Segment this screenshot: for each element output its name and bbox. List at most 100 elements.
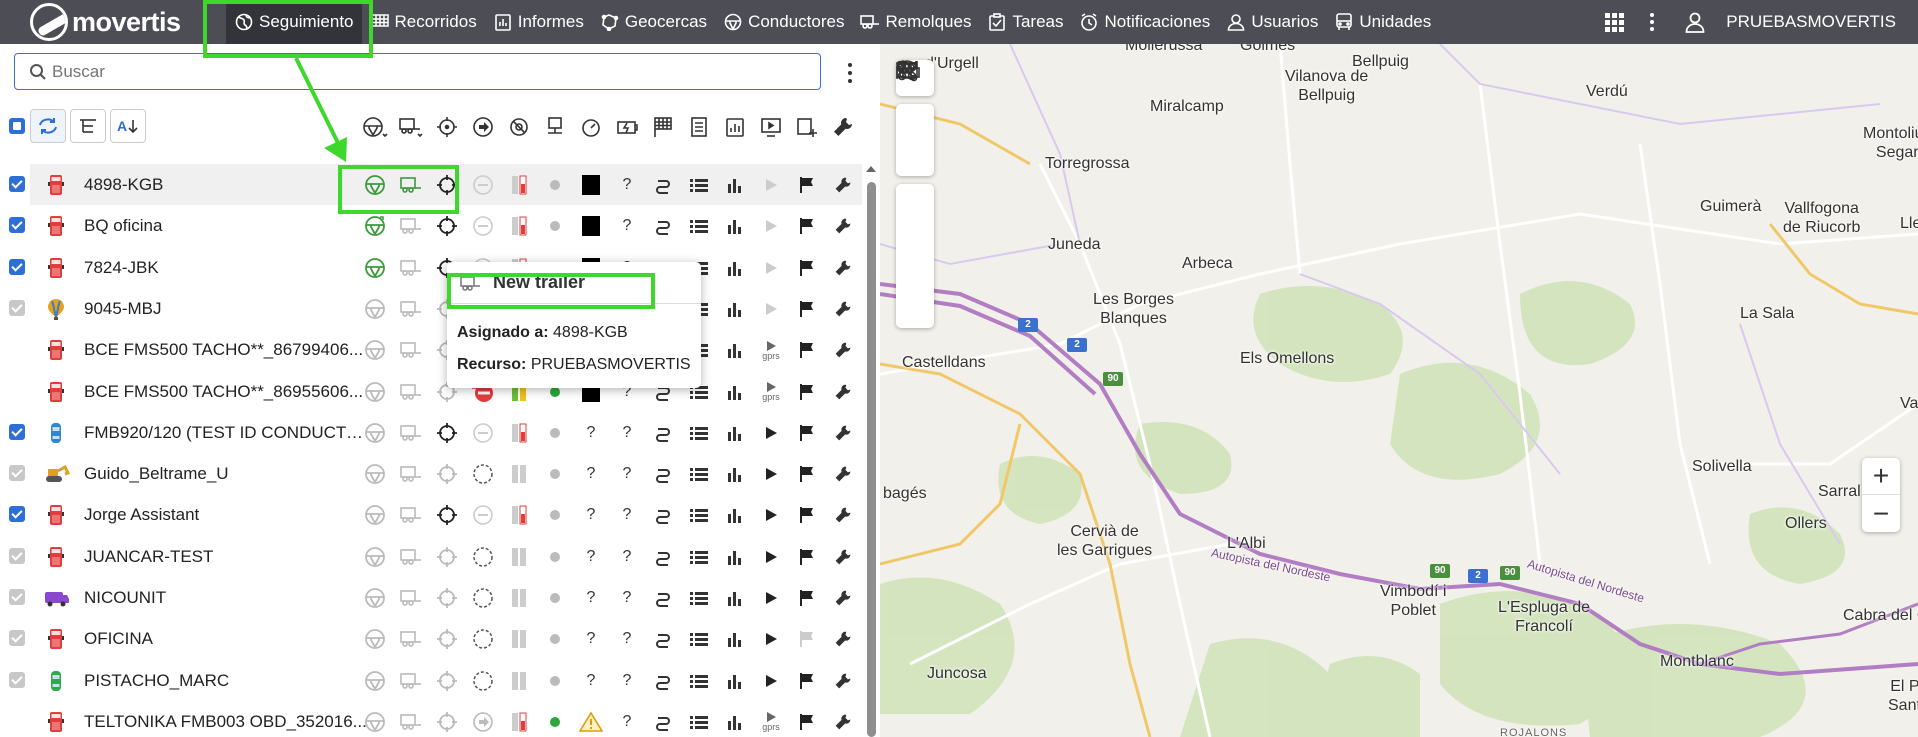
trailer-status-icon[interactable]	[398, 420, 424, 446]
driver-status-icon[interactable]	[362, 585, 388, 611]
driver-status-icon[interactable]	[362, 379, 388, 405]
trailer-status-icon[interactable]	[398, 213, 424, 239]
wrench-icon[interactable]	[830, 585, 856, 611]
navigate-arrow-icon[interactable]	[468, 112, 498, 142]
points-button[interactable]	[896, 61, 934, 292]
unit-row[interactable]: OFICINA??	[30, 618, 862, 659]
unit-checkbox[interactable]	[9, 547, 25, 564]
route-icon[interactable]	[650, 585, 676, 611]
expand-tools-button[interactable]	[896, 61, 934, 328]
document-icon[interactable]	[684, 112, 714, 142]
visibility-button[interactable]	[896, 60, 934, 140]
apps-grid-icon[interactable]	[1594, 0, 1634, 44]
driver-status-icon[interactable]	[362, 420, 388, 446]
nav-informes[interactable]: Informes	[485, 0, 592, 44]
locate-icon[interactable]	[434, 585, 460, 611]
speed-icon[interactable]	[576, 112, 606, 142]
trailer-status-icon[interactable]	[398, 626, 424, 652]
stats-icon[interactable]	[722, 337, 748, 363]
device-icon[interactable]	[540, 112, 570, 142]
wrench-icon[interactable]	[830, 172, 856, 198]
trailer-status-icon[interactable]	[398, 502, 424, 528]
unit-row[interactable]: Jorge Assistant??	[30, 494, 862, 535]
driver-status-icon[interactable]	[362, 626, 388, 652]
measure-button[interactable]	[896, 61, 934, 220]
play-history-icon[interactable]: gprs	[758, 379, 784, 405]
driver-status-icon[interactable]	[362, 337, 388, 363]
battery-icon[interactable]	[612, 112, 642, 142]
unit-row[interactable]: 9045-MBJ?	[30, 288, 862, 329]
stats-icon[interactable]	[722, 172, 748, 198]
unit-checkbox[interactable]	[9, 217, 25, 234]
unit-row[interactable]: TELTONIKA FMB003 OBD_352016...? gprs	[30, 701, 862, 737]
driver-status-icon[interactable]	[362, 255, 388, 281]
stats-icon[interactable]	[722, 255, 748, 281]
ignition-icon[interactable]	[504, 112, 534, 142]
unit-name[interactable]: 9045-MBJ	[84, 288, 369, 329]
trailer-status-icon[interactable]	[398, 585, 424, 611]
flag-icon[interactable]	[794, 337, 820, 363]
wrench-icon[interactable]	[830, 337, 856, 363]
unit-name[interactable]: OFICINA	[84, 618, 369, 659]
flag-icon[interactable]	[794, 213, 820, 239]
unit-name[interactable]: NICOUNIT	[84, 577, 369, 618]
unit-row[interactable]: FMB920/120 (TEST ID CONDUCTO...??	[30, 412, 862, 453]
events-list-icon[interactable]	[686, 709, 712, 735]
route-icon[interactable]	[650, 213, 676, 239]
flag-icon[interactable]	[794, 461, 820, 487]
driver-status-icon[interactable]	[362, 544, 388, 570]
driver-status-icon[interactable]	[362, 296, 388, 322]
stats-icon[interactable]	[722, 461, 748, 487]
events-list-icon[interactable]	[686, 502, 712, 528]
events-list-icon[interactable]	[686, 172, 712, 198]
unit-name[interactable]: Guido_Beltrame_U	[84, 453, 369, 494]
stats-icon[interactable]	[722, 502, 748, 528]
play-history-icon[interactable]	[758, 420, 784, 446]
unit-checkbox[interactable]	[9, 465, 25, 482]
locate-icon[interactable]	[434, 502, 460, 528]
trailer-filter-icon[interactable]	[396, 112, 426, 142]
flag-icon[interactable]	[794, 544, 820, 570]
locate-icon[interactable]	[434, 544, 460, 570]
stats-icon[interactable]	[722, 709, 748, 735]
play-history-icon[interactable]	[758, 585, 784, 611]
wrench-icon[interactable]	[830, 420, 856, 446]
play-history-icon[interactable]	[758, 668, 784, 694]
map-view[interactable]: d'Urgell Mollerussa Golmés Bellpuig Vilanova…	[880, 44, 1918, 737]
units-list-scrollbar[interactable]	[864, 160, 878, 737]
play-history-icon[interactable]	[758, 255, 784, 281]
flag-icon[interactable]	[794, 420, 820, 446]
stats-icon[interactable]	[722, 626, 748, 652]
search-options-icon[interactable]	[840, 58, 860, 88]
locate-icon[interactable]	[434, 709, 460, 735]
stats-icon[interactable]	[722, 213, 748, 239]
events-list-icon[interactable]	[686, 626, 712, 652]
events-list-icon[interactable]	[686, 668, 712, 694]
settings-wrench-icon[interactable]	[828, 112, 858, 142]
stats-icon[interactable]	[722, 668, 748, 694]
events-list-icon[interactable]	[686, 544, 712, 570]
unit-row[interactable]: BQ oficina?	[30, 205, 862, 246]
stats-report-icon[interactable]	[720, 112, 750, 142]
wrench-icon[interactable]	[830, 213, 856, 239]
unit-name[interactable]: PISTACHO_MARC	[84, 660, 369, 701]
finish-flag-icon[interactable]	[648, 112, 678, 142]
locate-icon[interactable]	[434, 172, 460, 198]
flag-icon[interactable]	[794, 296, 820, 322]
unit-checkbox[interactable]	[9, 258, 25, 275]
route-icon[interactable]	[650, 420, 676, 446]
nav-tareas[interactable]: Tareas	[979, 0, 1071, 44]
user-menu[interactable]: PRUEBASMOVERTIS	[1670, 0, 1918, 44]
video-icon[interactable]	[756, 112, 786, 142]
locate-icon[interactable]	[434, 213, 460, 239]
stats-icon[interactable]	[722, 544, 748, 570]
zoom-out-button[interactable]: −	[1862, 495, 1900, 532]
trailer-status-icon[interactable]	[398, 668, 424, 694]
play-history-icon[interactable]	[758, 172, 784, 198]
flag-icon[interactable]	[794, 379, 820, 405]
locate-icon[interactable]	[434, 420, 460, 446]
trailer-status-icon[interactable]	[398, 337, 424, 363]
play-history-icon[interactable]	[758, 296, 784, 322]
flag-icon[interactable]	[794, 255, 820, 281]
target-icon[interactable]	[432, 112, 462, 142]
